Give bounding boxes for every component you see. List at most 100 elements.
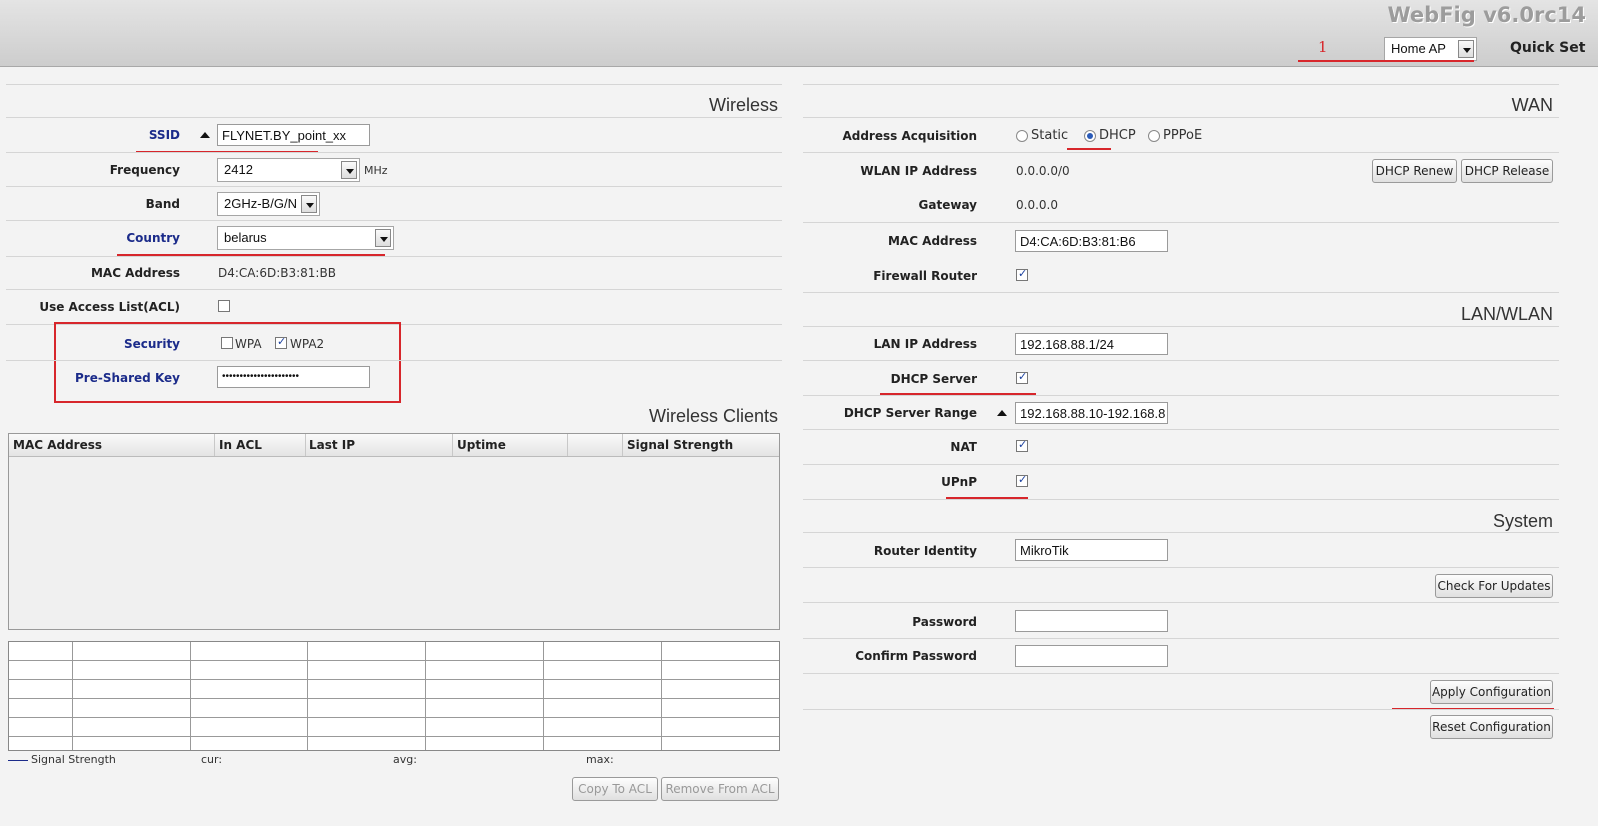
chevron-down-icon[interactable] (375, 229, 391, 247)
radio-dhcp[interactable] (1084, 130, 1096, 142)
wlan-ip-value: 0.0.0.0/0 (1016, 164, 1070, 178)
dhcp-release-button[interactable]: DHCP Release (1461, 159, 1553, 183)
max-label: max: (586, 753, 614, 766)
radio-pppoe[interactable] (1148, 130, 1160, 142)
security-label: Security (123, 337, 180, 351)
grid-line (9, 660, 779, 661)
upnp-checkbox[interactable] (1016, 473, 1028, 487)
divider (803, 326, 1559, 327)
divider (6, 186, 782, 187)
divider (803, 84, 1559, 85)
wan-mac-label: MAC Address (887, 234, 977, 248)
dhcp-renew-button[interactable]: DHCP Renew (1372, 159, 1457, 183)
wpa2-checkbox[interactable] (275, 335, 287, 349)
column-header-mac[interactable]: MAC Address (13, 438, 102, 452)
grid-line (9, 698, 779, 699)
copy-to-acl-button[interactable]: Copy To ACL (572, 777, 658, 801)
clients-table[interactable]: MAC Address In ACL Last IP Uptime Signal… (8, 433, 780, 630)
clients-table-header: MAC Address In ACL Last IP Uptime Signal… (9, 434, 779, 457)
firewall-router-checkbox[interactable] (1016, 267, 1028, 281)
wpa-checkbox[interactable] (221, 337, 233, 349)
triangle-up-icon[interactable] (200, 132, 210, 138)
grid-line (543, 642, 544, 750)
dhcp-server-label: DHCP Server (890, 372, 977, 386)
reset-configuration-button[interactable]: Reset Configuration (1430, 715, 1553, 739)
band-label: Band (145, 197, 180, 211)
upnp-label: UPnP (941, 475, 977, 489)
lan-ip-label: LAN IP Address (873, 337, 977, 351)
apply-configuration-button[interactable]: Apply Configuration (1430, 680, 1553, 704)
grid-line (9, 679, 779, 680)
band-select-value: 2GHz-B/G/N (224, 196, 297, 211)
dhcp-range-input[interactable]: 192.168.88.10-192.168.88 (1015, 402, 1168, 424)
country-label: Country (126, 231, 180, 245)
dhcp-range-input-value: 192.168.88.10-192.168.88 (1020, 406, 1165, 421)
divider (6, 220, 782, 221)
mac-address-label: MAC Address (90, 266, 180, 280)
radio-pppoe-label: PPPoE (1163, 128, 1203, 143)
divider (6, 256, 782, 257)
wireless-clients-title: Wireless Clients (648, 406, 778, 426)
address-acquisition-label: Address Acquisition (842, 129, 977, 143)
mode-select[interactable]: Home AP (1384, 37, 1477, 61)
acl-checkbox[interactable] (218, 300, 230, 312)
ssid-input-value: FLYNET.BY_point_xx (222, 128, 347, 143)
divider (803, 395, 1559, 396)
grid-line (307, 642, 308, 750)
grid-line (9, 736, 779, 737)
divider (803, 429, 1559, 430)
lan-ip-input[interactable]: 192.168.88.1/24 (1015, 333, 1168, 355)
router-identity-input[interactable]: MikroTik (1015, 539, 1168, 561)
ssid-label: SSID (148, 128, 180, 142)
grid-line (9, 717, 779, 718)
frequency-unit: MHz (364, 164, 388, 177)
wan-mac-input-value: D4:CA:6D:B3:81:B6 (1020, 234, 1136, 249)
column-separator (567, 434, 568, 456)
chevron-down-icon[interactable] (1458, 40, 1474, 58)
grid-line (190, 642, 191, 750)
ssid-input[interactable]: FLYNET.BY_point_xx (217, 124, 370, 146)
triangle-up-icon[interactable] (997, 410, 1007, 416)
divider (803, 532, 1559, 533)
divider (803, 499, 1559, 500)
column-separator (452, 434, 453, 456)
band-select[interactable]: 2GHz-B/G/N (217, 192, 320, 216)
top-bar: WebFig v6.0rc14 1 Home AP Quick Set (0, 0, 1598, 67)
divider (803, 117, 1559, 118)
chevron-down-icon[interactable] (301, 195, 317, 213)
wlan-ip-label: WLAN IP Address (860, 164, 977, 178)
grid-line (425, 642, 426, 750)
column-header-signal[interactable]: Signal Strength (627, 438, 733, 452)
frequency-select[interactable]: 2412 (217, 158, 360, 182)
column-separator (214, 434, 215, 456)
country-select[interactable]: belarus (217, 226, 394, 250)
column-header-last-ip[interactable]: Last IP (309, 438, 355, 452)
divider (803, 152, 1559, 153)
mac-address-value: D4:CA:6D:B3:81:BB (218, 266, 336, 280)
dhcp-server-checkbox[interactable] (1016, 370, 1028, 384)
check-for-updates-button[interactable]: Check For Updates (1435, 574, 1553, 598)
lan-ip-input-value: 192.168.88.1/24 (1020, 337, 1114, 352)
divider (803, 222, 1559, 223)
divider (803, 360, 1559, 361)
psk-input[interactable]: •••••••••••••••••••••• (217, 366, 370, 388)
firewall-router-label: Firewall Router (873, 269, 977, 283)
password-input[interactable] (1015, 610, 1168, 632)
cur-label: cur: (201, 753, 223, 766)
divider (803, 602, 1559, 603)
signal-strength-graph (8, 641, 780, 751)
gateway-label: Gateway (918, 198, 977, 212)
remove-from-acl-button[interactable]: Remove From ACL (661, 777, 779, 801)
chevron-down-icon[interactable] (341, 161, 357, 179)
divider (803, 709, 1559, 710)
column-header-uptime[interactable]: Uptime (457, 438, 506, 452)
confirm-password-label: Confirm Password (855, 649, 977, 663)
grid-line (661, 642, 662, 750)
wan-mac-input[interactable]: D4:CA:6D:B3:81:B6 (1015, 230, 1168, 252)
nat-checkbox[interactable] (1016, 438, 1028, 452)
radio-static-label: Static (1031, 128, 1069, 143)
radio-static[interactable] (1016, 130, 1028, 142)
confirm-password-input[interactable] (1015, 645, 1168, 667)
column-header-in-acl[interactable]: In ACL (219, 438, 262, 452)
divider (803, 638, 1559, 639)
